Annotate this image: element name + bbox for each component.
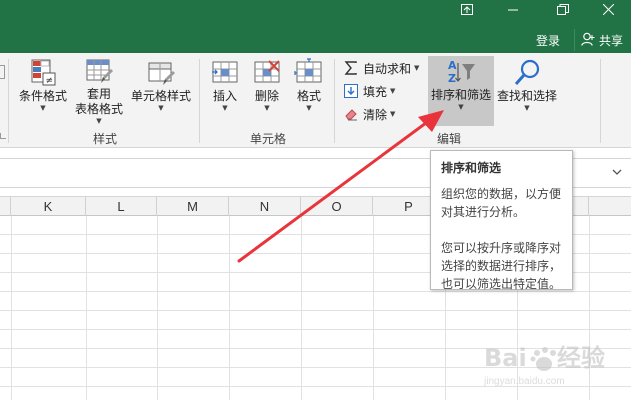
dialog-launcher-icon[interactable] <box>0 133 6 139</box>
maximize-button[interactable] <box>540 0 586 22</box>
find-select-label: 查找和选择 <box>496 89 557 103</box>
format-label: 格式 <box>296 89 321 103</box>
chevron-down-icon: ▼ <box>390 109 396 118</box>
conditional-format-icon: ≠ <box>26 57 60 89</box>
column-header-hidden[interactable] <box>589 197 631 216</box>
autosum-button[interactable]: 自动求和 ▼ <box>343 58 419 78</box>
cell-styles-label: 单元格样式 <box>130 89 191 103</box>
maximize-icon <box>557 4 569 18</box>
sort-filter-label: 排序和筛选 <box>430 88 491 102</box>
group-separator <box>199 59 200 143</box>
chevron-down-icon: ▼ <box>524 104 530 112</box>
format-as-table-button[interactable]: 套用 表格格式 ▼ <box>70 57 128 125</box>
eraser-icon <box>343 106 359 122</box>
chevron-down-icon: ▼ <box>414 63 420 72</box>
group-separator <box>600 59 601 143</box>
tooltip-text: 也可以筛选出特定值。 <box>441 277 562 291</box>
title-bar: 登录 共享 <box>0 0 631 53</box>
watermark-url: jingyan.baidu.com <box>484 376 565 387</box>
svg-text:经验: 经验 <box>557 344 605 372</box>
chevron-down-icon: ▼ <box>96 117 102 125</box>
insert-label: 插入 <box>212 89 237 103</box>
tooltip-text: 选择的数据进行排序， <box>441 259 562 273</box>
fill-down-icon <box>343 83 359 99</box>
sigma-icon <box>343 60 359 76</box>
ribbon: ≠ 条件格式 ▼ 套用 表格格式 ▼ 单元格样式 ▼ 样式 插入 ▼ 删除 ▼ … <box>0 53 631 148</box>
column-header[interactable]: M <box>157 197 229 216</box>
sort-az-filter-icon: A Z <box>444 56 478 88</box>
format-button[interactable]: 格式 ▼ <box>290 57 328 123</box>
clear-button[interactable]: 清除 ▼ <box>343 104 395 124</box>
column-header[interactable]: L <box>86 197 157 216</box>
clear-label: 清除 <box>363 107 388 122</box>
column-header[interactable]: K <box>11 197 86 216</box>
chevron-down-icon: ▼ <box>458 103 464 111</box>
minimize-icon <box>507 4 519 18</box>
table-format-label-2: 表格格式 <box>74 102 123 116</box>
find-select-button[interactable]: 查找和选择 ▼ <box>496 57 558 123</box>
chevron-down-icon: ▼ <box>158 104 164 112</box>
svg-text:≠: ≠ <box>46 76 54 86</box>
truncated-control <box>0 65 5 79</box>
chevron-down-icon: ▼ <box>40 104 46 112</box>
tooltip-text: 组织您的数据，以方便 <box>441 187 562 201</box>
styles-group-label: 样式 <box>93 132 118 146</box>
group-separator <box>8 59 9 143</box>
cells-group-label: 单元格 <box>250 132 287 146</box>
column-header[interactable]: N <box>229 197 301 216</box>
tooltip-text: 您可以按升序或降序对 <box>441 241 562 255</box>
share-button[interactable]: 共享 <box>573 29 631 51</box>
delete-label: 删除 <box>254 89 279 103</box>
editing-group-label: 编辑 <box>437 132 462 146</box>
insert-button[interactable]: 插入 ▼ <box>206 57 244 123</box>
format-cells-icon <box>292 57 326 89</box>
group-separator <box>334 59 335 143</box>
window-restore-icon <box>461 4 473 18</box>
close-button[interactable] <box>585 0 631 22</box>
tooltip-title: 排序和筛选 <box>441 161 502 175</box>
autosum-label: 自动求和 <box>363 61 412 76</box>
table-format-label-1: 套用 <box>86 87 111 101</box>
conditional-format-button[interactable]: ≠ 条件格式 ▼ <box>16 57 70 123</box>
baidu-jingyan-watermark: Bai 经验 jingyan.baidu.com <box>484 340 624 396</box>
column-header[interactable]: O <box>301 197 373 216</box>
user-icon <box>581 32 599 49</box>
svg-text:Bai: Bai <box>484 344 527 372</box>
insert-cells-icon <box>208 57 242 89</box>
column-header-partial[interactable] <box>0 197 11 216</box>
magnifier-icon <box>510 57 544 89</box>
delete-cells-icon <box>250 57 284 89</box>
svg-text:Z: Z <box>448 72 456 85</box>
fill-button[interactable]: 填充 ▼ <box>343 81 395 101</box>
minimize-button[interactable] <box>490 0 536 22</box>
chevron-down-icon: ▼ <box>390 86 396 95</box>
expand-formula-bar-icon[interactable] <box>611 166 623 181</box>
account-area: 登录 共享 <box>536 29 631 51</box>
ribbon-display-options-button[interactable] <box>444 0 490 22</box>
chevron-down-icon: ▼ <box>222 104 228 112</box>
chevron-down-icon: ▼ <box>306 104 312 112</box>
share-label: 共享 <box>598 33 623 48</box>
tooltip-text: 对其进行分析。 <box>441 205 526 219</box>
close-icon <box>602 3 614 18</box>
table-format-icon <box>82 57 116 87</box>
sort-filter-button[interactable]: A Z 排序和筛选 ▼ <box>428 56 494 126</box>
cell-styles-icon <box>144 57 178 89</box>
sort-filter-tooltip: 排序和筛选 组织您的数据，以方便 对其进行分析。 您可以按升序或降序对 选择的数… <box>430 150 573 291</box>
svg-text:A: A <box>448 59 457 72</box>
conditional-format-label: 条件格式 <box>18 89 67 103</box>
delete-button[interactable]: 删除 ▼ <box>248 57 286 123</box>
fill-label: 填充 <box>363 84 388 99</box>
chevron-down-icon: ▼ <box>264 104 270 112</box>
login-link[interactable]: 登录 <box>536 32 560 49</box>
cell-styles-button[interactable]: 单元格样式 ▼ <box>128 57 194 123</box>
